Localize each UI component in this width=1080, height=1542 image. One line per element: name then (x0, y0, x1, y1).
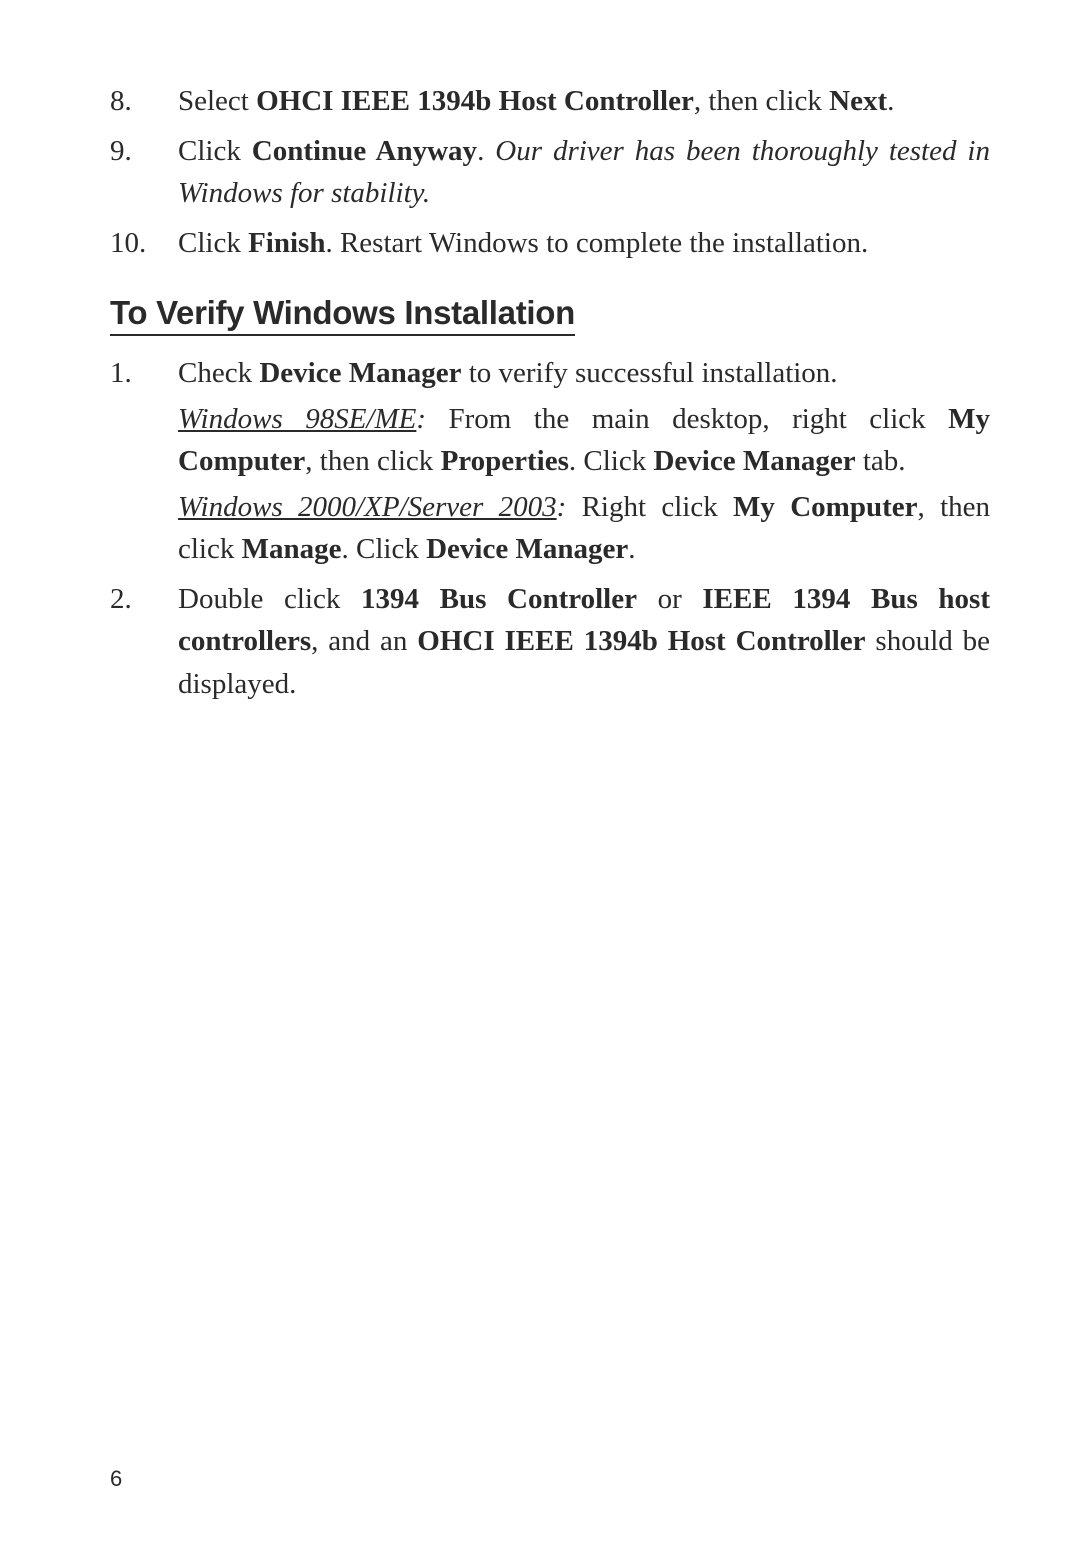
text-fragment: : (416, 403, 426, 435)
text-fragment: From the main desktop, right click (426, 403, 948, 435)
list-item: 2.Double click 1394 Bus Controller or IE… (110, 578, 990, 704)
text-fragment: 1394 Bus Controller (361, 583, 637, 615)
list-item: 10.Click Finish. Restart Windows to comp… (110, 222, 990, 264)
verify-steps-list: 1.Check Device Manager to verify success… (110, 352, 990, 704)
list-number: 10. (110, 222, 178, 264)
page-number: 6 (110, 1466, 122, 1492)
list-number: 8. (110, 80, 178, 122)
list-body: Click Finish. Restart Windows to complet… (178, 222, 990, 264)
text-fragment: Check (178, 357, 259, 389)
text-fragment: Windows 98SE/ME (178, 403, 416, 435)
text-fragment: , then click (305, 445, 440, 477)
list-body: Check Device Manager to verify successfu… (178, 352, 990, 570)
list-item: 8.Select OHCI IEEE 1394b Host Controller… (110, 80, 990, 122)
text-fragment: . Restart Windows to complete the instal… (325, 227, 868, 259)
text-fragment: Right click (566, 491, 733, 523)
list-number: 9. (110, 130, 178, 214)
list-item: 9.Click Continue Anyway. Our driver has … (110, 130, 990, 214)
text-fragment: Next (829, 85, 887, 117)
text-fragment: or (637, 583, 702, 615)
text-fragment: . (887, 85, 894, 117)
text-fragment: Device Manager (653, 445, 855, 477)
list-body: Double click 1394 Bus Controller or IEEE… (178, 578, 990, 704)
text-fragment: My Computer (733, 491, 917, 523)
list-body: Click Continue Anyway. Our driver has be… (178, 130, 990, 214)
text-fragment: . (477, 135, 495, 167)
text-fragment: tab. (856, 445, 906, 477)
text-fragment: OHCI IEEE 1394b Host Controller (417, 625, 865, 657)
list-item: 1.Check Device Manager to verify success… (110, 352, 990, 570)
list-number: 2. (110, 578, 178, 704)
text-fragment: Click (178, 227, 248, 259)
paragraph: Double click 1394 Bus Controller or IEEE… (178, 578, 990, 704)
text-fragment: . (628, 533, 635, 565)
text-fragment: , then click (694, 85, 829, 117)
text-fragment: Manage (242, 533, 342, 565)
top-steps-list: 8.Select OHCI IEEE 1394b Host Controller… (110, 80, 990, 264)
text-fragment: Finish (248, 227, 325, 259)
text-fragment: to verify successful installation. (461, 357, 837, 389)
text-fragment: Windows 2000/XP/Server 2003 (178, 491, 557, 523)
text-fragment: Continue Anyway (252, 135, 477, 167)
text-fragment: Click (178, 135, 252, 167)
paragraph: Windows 98SE/ME: From the main desktop, … (178, 398, 990, 482)
text-fragment: OHCI IEEE 1394b Host Controller (256, 85, 694, 117)
text-fragment: , and an (311, 625, 417, 657)
list-number: 1. (110, 352, 178, 570)
text-fragment: Double click (178, 583, 361, 615)
text-fragment: . Click (341, 533, 426, 565)
text-fragment: . Click (569, 445, 654, 477)
text-fragment: Device Manager (259, 357, 461, 389)
text-fragment: Device Manager (426, 533, 628, 565)
paragraph: Windows 2000/XP/Server 2003: Right click… (178, 486, 990, 570)
section-heading: To Verify Windows Installation (110, 294, 575, 336)
paragraph: Check Device Manager to verify successfu… (178, 352, 990, 394)
text-fragment: Properties (441, 445, 569, 477)
list-body: Select OHCI IEEE 1394b Host Controller, … (178, 80, 990, 122)
text-fragment: Select (178, 85, 256, 117)
text-fragment: : (557, 491, 567, 523)
